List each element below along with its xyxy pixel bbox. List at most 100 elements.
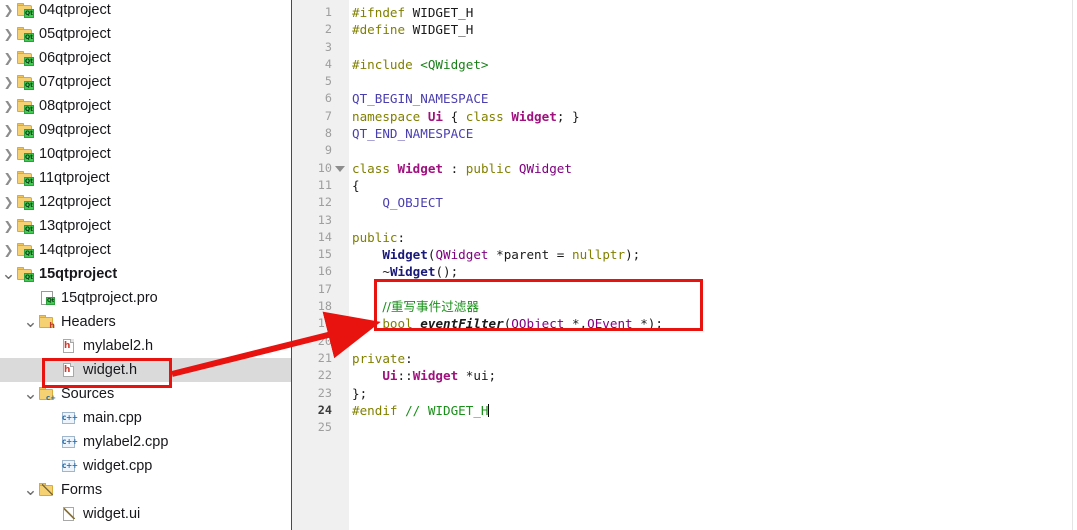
tree-item-04qtproject[interactable]: ❯ Qt 04qtproject — [0, 0, 291, 22]
code-line[interactable]: 20 — [292, 333, 1072, 350]
tree-item-main-cpp[interactable]: c++ main.cpp — [0, 406, 291, 430]
tree-item-09qtproject[interactable]: ❯ Qt 09qtproject — [0, 118, 291, 142]
chevron-right-icon[interactable]: ❯ — [0, 220, 17, 232]
code-line-text: #ifndef WIDGET_H — [352, 5, 474, 20]
code-line[interactable]: 3 — [292, 39, 1072, 56]
code-line[interactable]: 23}; — [292, 385, 1072, 402]
qt-project-folder-icon: Qt — [17, 242, 34, 258]
tree-item-06qtproject[interactable]: ❯ Qt 06qtproject — [0, 46, 291, 70]
fold-collapse-icon[interactable] — [335, 164, 345, 174]
chevron-down-icon[interactable]: ⌄ — [22, 482, 39, 499]
chevron-right-icon[interactable]: ❯ — [0, 124, 17, 136]
chevron-right-icon[interactable]: ❯ — [0, 172, 17, 184]
code-line[interactable]: 18 //重写事件过滤器 — [292, 298, 1072, 315]
code-line-text: { — [352, 177, 360, 193]
code-line-text: QT_BEGIN_NAMESPACE — [352, 91, 489, 107]
code-line[interactable]: 15 Widget(QWidget *parent = nullptr); — [292, 246, 1072, 263]
chevron-right-icon[interactable]: ❯ — [0, 244, 17, 256]
chevron-right-icon[interactable]: ❯ — [0, 76, 17, 88]
chevron-right-icon[interactable]: ❯ — [0, 4, 17, 16]
qt-project-folder-icon: Qt — [17, 50, 34, 66]
code-line[interactable]: 22 Ui::Widget *ui; — [292, 367, 1072, 384]
line-number: 20 — [317, 333, 332, 348]
tree-item-07qtproject[interactable]: ❯ Qt 07qtproject — [0, 70, 291, 94]
tree-item-widget-cpp[interactable]: c++ widget.cpp — [0, 454, 291, 478]
code-editor-panel[interactable]: 1 #ifndef WIDGET_H 2 #define WIDGET_H 3 4 #inc… — [292, 0, 1072, 530]
tree-item-13qtproject[interactable]: ❯ Qt 13qtproject — [0, 214, 291, 238]
code-line[interactable]: 24 #endif // WIDGET_H — [292, 402, 1072, 419]
code-line[interactable]: 2 #define WIDGET_H — [292, 21, 1072, 38]
qt-project-folder-icon: Qt — [17, 2, 34, 18]
tree-item-05qtproject[interactable]: ❯ Qt 05qtproject — [0, 22, 291, 46]
tree-item-label: widget.cpp — [83, 458, 153, 474]
ui-file-icon — [61, 506, 77, 522]
tree-item-08qtproject[interactable]: ❯ Qt 08qtproject — [0, 94, 291, 118]
qt-project-folder-icon: Qt — [17, 266, 34, 282]
tree-item-widget-h[interactable]: h widget.h — [0, 358, 291, 382]
code-line[interactable]: 4 #include <QWidget> — [292, 56, 1072, 73]
code-line-text: namespace Ui { class Widget; } — [352, 108, 580, 124]
tree-item-label: 06qtproject — [39, 50, 111, 66]
project-tree-panel[interactable]: ❯ Qt 04qtproject ❯ Qt 05qtproject ❯ Qt 06qtproje… — [0, 0, 291, 530]
tree-item-12qtproject[interactable]: ❯ Qt 12qtproject — [0, 190, 291, 214]
code-line[interactable]: 8 QT_END_NAMESPACE — [292, 125, 1072, 142]
tree-item-10qtproject[interactable]: ❯ Qt 10qtproject — [0, 142, 291, 166]
code-line[interactable]: 16 ~Widget(); — [292, 263, 1072, 280]
tree-item-mylabel2-cpp[interactable]: c++ mylabel2.cpp — [0, 430, 291, 454]
code-line-text: #define WIDGET_H — [352, 22, 474, 38]
code-line[interactable]: 6 QT_BEGIN_NAMESPACE — [292, 90, 1072, 107]
qt-project-folder-icon: Qt — [17, 74, 34, 90]
line-number: 23 — [317, 385, 332, 400]
tree-item-headers[interactable]: ⌄ h Headers — [0, 310, 291, 334]
tree-item-sources[interactable]: ⌄ c+ Sources — [0, 382, 291, 406]
chevron-down-icon[interactable]: ⌄ — [0, 266, 17, 283]
tree-item-mylabel2-h[interactable]: h mylabel2.h — [0, 334, 291, 358]
tree-item-15qtproject-pro[interactable]: Qt 15qtproject.pro — [0, 286, 291, 310]
chevron-right-icon[interactable]: ❯ — [0, 148, 17, 160]
line-number: 12 — [317, 195, 332, 210]
line-number: 17 — [317, 281, 332, 296]
code-line[interactable]: 1 #ifndef WIDGET_H — [292, 4, 1072, 21]
tree-item-label: widget.ui — [83, 506, 141, 522]
h-file-icon: h — [61, 362, 77, 378]
tree-item-15qtproject[interactable]: ⌄ Qt 15qtproject — [0, 262, 291, 286]
code-line[interactable]: 9 — [292, 142, 1072, 159]
tree-item-14qtproject[interactable]: ❯ Qt 14qtproject — [0, 238, 291, 262]
tree-item-label: 15qtproject.pro — [61, 290, 158, 306]
tree-item-label: 11qtproject — [39, 170, 110, 186]
chevron-right-icon[interactable]: ❯ — [0, 100, 17, 112]
window-right-edge — [1072, 0, 1073, 530]
chevron-down-icon[interactable]: ⌄ — [22, 314, 39, 331]
project-tree[interactable]: ❯ Qt 04qtproject ❯ Qt 05qtproject ❯ Qt 06qtproje… — [0, 0, 291, 526]
code-line[interactable]: 13 — [292, 212, 1072, 229]
tree-item-label: 14qtproject — [39, 242, 111, 258]
line-number: 15 — [317, 247, 332, 262]
code-line[interactable]: 25 — [292, 419, 1072, 436]
tree-item-11qtproject[interactable]: ❯ Qt 11qtproject — [0, 166, 291, 190]
chevron-right-icon[interactable]: ❯ — [0, 52, 17, 64]
line-number: 1 — [324, 5, 332, 19]
tree-item-label: 10qtproject — [39, 146, 111, 162]
code-line[interactable]: 19 bool eventFilter(QObject *,QEvent *); — [292, 315, 1072, 332]
tree-item-forms[interactable]: ⌄ Forms — [0, 478, 291, 502]
code-text-area[interactable]: 1 #ifndef WIDGET_H 2 #define WIDGET_H 3 4 #inc… — [292, 0, 1072, 436]
code-line[interactable]: 17 — [292, 281, 1072, 298]
line-number: 25 — [317, 420, 332, 435]
code-line[interactable]: 7 namespace Ui { class Widget; } — [292, 108, 1072, 125]
chevron-right-icon[interactable]: ❯ — [0, 28, 17, 40]
cpp-file-icon: c++ — [62, 412, 78, 424]
code-line[interactable]: 21 private: — [292, 350, 1072, 367]
qt-project-folder-icon: Qt — [17, 170, 34, 186]
qt-project-folder-icon: Qt — [17, 146, 34, 162]
code-line[interactable]: 14 public: — [292, 229, 1072, 246]
code-line[interactable]: 5 — [292, 73, 1072, 90]
h-file-icon: h — [61, 338, 77, 354]
code-line[interactable]: 11 { — [292, 177, 1072, 194]
code-line[interactable]: 12 Q_OBJECT — [292, 194, 1072, 211]
chevron-right-icon[interactable]: ❯ — [0, 196, 17, 208]
code-line[interactable]: 10 class Widget : public QWidget — [292, 160, 1072, 177]
chevron-down-icon[interactable]: ⌄ — [22, 386, 39, 403]
code-line-text: Ui::Widget *ui; — [382, 368, 497, 384]
tree-item-widget-ui[interactable]: widget.ui — [0, 502, 291, 526]
qt-project-folder-icon: Qt — [17, 218, 34, 234]
